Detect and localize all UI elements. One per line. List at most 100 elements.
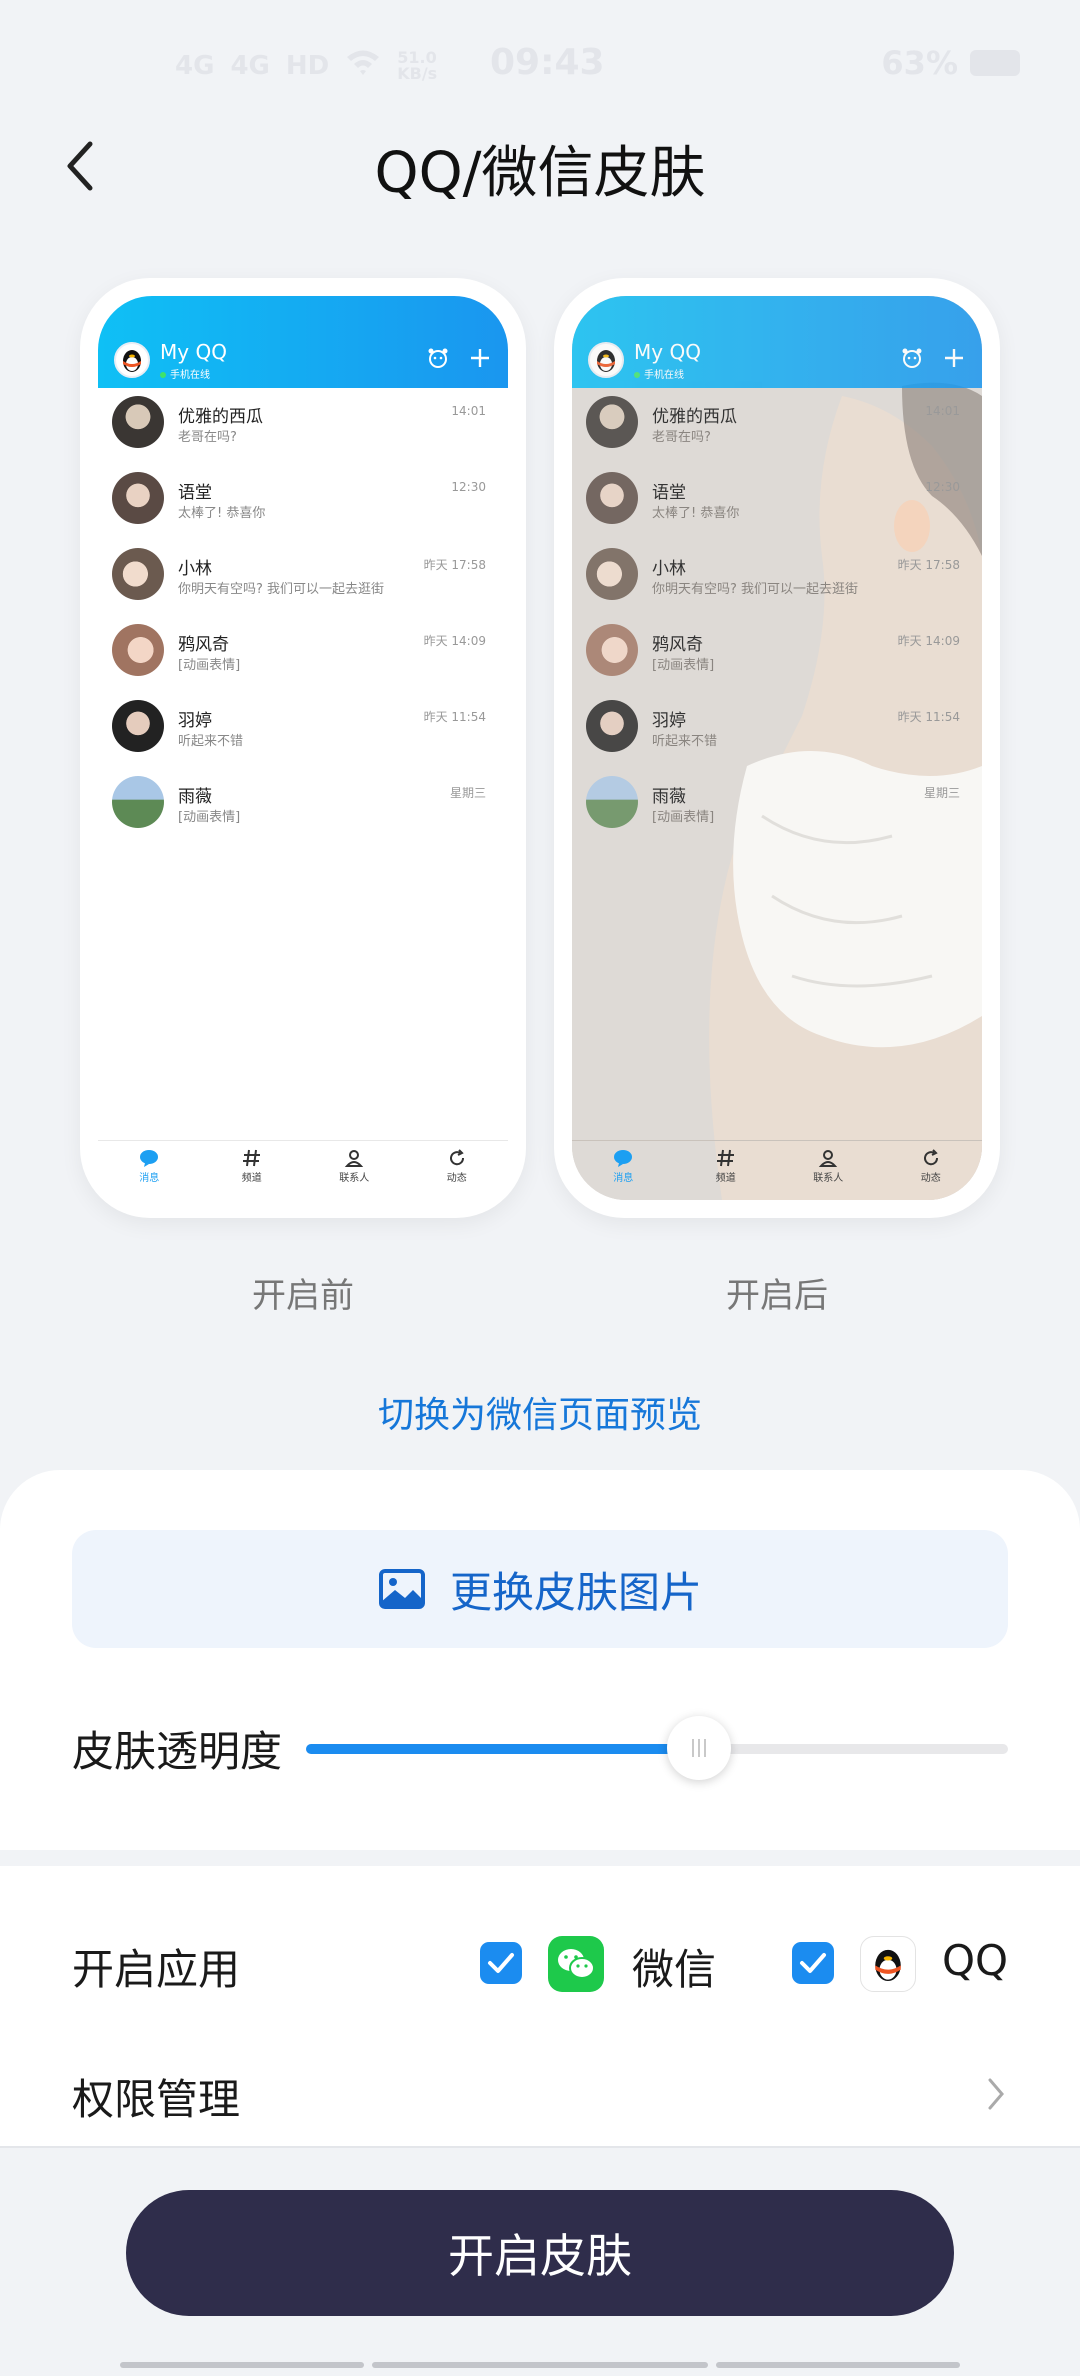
list-item: 优雅的西瓜老哥在吗? 14:01 bbox=[572, 388, 982, 464]
qq-header-icons bbox=[426, 346, 492, 370]
tab-moments: 动态 bbox=[406, 1141, 509, 1200]
chat-list: 优雅的西瓜老哥在吗? 14:01 语堂 太棒了! 恭喜你 12:30 小林你明天有空吗… bbox=[98, 388, 508, 844]
chat-time: 14:01 bbox=[925, 404, 960, 418]
tab-label: 频道 bbox=[241, 1173, 262, 1184]
tab-messages: 消息 bbox=[572, 1141, 675, 1200]
message-icon bbox=[614, 1150, 633, 1167]
chat-time: 昨天 17:58 bbox=[897, 558, 960, 572]
preview-before: My QQ 手机在线 优雅的西瓜 老哥在吗? 14:01 语堂 太棒了! 恭喜你 12:… bbox=[80, 278, 526, 1218]
permissions-row[interactable]: 权限管理 bbox=[72, 2066, 1008, 2126]
chat-name: 优雅的西瓜 bbox=[652, 407, 737, 427]
message-icon bbox=[140, 1150, 159, 1167]
wechat-checkbox[interactable] bbox=[480, 1942, 522, 1984]
pet-icon bbox=[428, 348, 448, 368]
wifi-icon bbox=[345, 48, 381, 83]
enable-apps-row: 开启应用 微信 QQ bbox=[72, 1936, 1008, 2006]
chat-name: 鸦风奇 bbox=[652, 635, 703, 655]
chat-time: 星期三 bbox=[923, 786, 960, 800]
gesture-bar bbox=[120, 2362, 364, 2368]
person-icon bbox=[819, 1150, 838, 1167]
list-item: 语堂 太棒了! 恭喜你 12:30 bbox=[98, 464, 508, 540]
chat-time: 昨天 14:09 bbox=[423, 634, 486, 648]
chat-name: 羽婷 bbox=[178, 711, 212, 731]
chat-message: 你明天有空吗? 我们可以一起去逛街 bbox=[652, 582, 859, 597]
list-item: 语堂 太棒了! 恭喜你 12:30 bbox=[572, 464, 982, 540]
chat-time: 14:01 bbox=[451, 404, 486, 418]
caption-before: 开启前 bbox=[252, 1276, 354, 1316]
app-settings-panel: 开启应用 微信 QQ 权限管理 bbox=[0, 1866, 1080, 2146]
qq-status: 手机在线 bbox=[160, 366, 210, 381]
chat-name: 优雅的西瓜 bbox=[178, 407, 263, 427]
battery-percent: 63% bbox=[881, 44, 958, 82]
tab-label: 联系人 bbox=[339, 1173, 370, 1184]
qq-header-icons bbox=[900, 346, 966, 370]
tab-moments: 动态 bbox=[880, 1141, 983, 1200]
gesture-bar bbox=[716, 2362, 960, 2368]
chevron-right-icon bbox=[988, 2078, 1004, 2110]
qq-penguin-icon bbox=[588, 342, 624, 378]
chat-name: 小林 bbox=[178, 559, 212, 579]
chat-message: 听起来不错 bbox=[178, 734, 244, 749]
hashtag-icon bbox=[716, 1149, 734, 1167]
status-bar: 4G 4G HD 51.0 KB/s 09:43 63% bbox=[0, 0, 1080, 130]
chat-time: 昨天 14:09 bbox=[897, 634, 960, 648]
list-item: 小林 你明天有空吗? 我们可以一起去逛街 昨天 17:58 bbox=[572, 540, 982, 616]
switch-wechat-preview-link[interactable]: 切换为微信页面预览 bbox=[0, 1386, 1080, 1438]
list-item: 小林 你明天有空吗? 我们可以一起去逛街 昨天 17:58 bbox=[98, 540, 508, 616]
chat-list: 优雅的西瓜 老哥在吗? 14:01 语堂 太棒了! 恭喜你 12:30 小林 你明天有空吗… bbox=[572, 388, 982, 844]
opacity-row: 皮肤透明度 bbox=[72, 1716, 1008, 1780]
chat-message: 你明天有空吗? 我们可以一起去逛街 bbox=[178, 582, 385, 597]
tab-label: 联系人 bbox=[813, 1173, 844, 1184]
qq-tab-bar: 消息 频道 联系人 动态 bbox=[572, 1140, 982, 1200]
opacity-label: 皮肤透明度 bbox=[72, 1727, 283, 1776]
tab-channels: 频道 bbox=[201, 1141, 304, 1200]
plus-icon bbox=[945, 349, 963, 367]
refresh-icon bbox=[449, 1149, 464, 1166]
chat-name: 鸦风奇 bbox=[178, 635, 229, 655]
check-icon bbox=[488, 1953, 514, 1973]
chat-name: 雨薇 bbox=[652, 787, 686, 807]
opacity-slider-fill bbox=[306, 1744, 674, 1754]
chat-message: 太棒了! 恭喜你 bbox=[652, 506, 740, 521]
battery-icon bbox=[970, 50, 1020, 76]
pet-icon bbox=[902, 348, 922, 368]
status-left: 4G 4G HD 51.0 KB/s bbox=[175, 48, 437, 83]
qq-checkbox[interactable] bbox=[792, 1942, 834, 1984]
clock: 09:43 bbox=[490, 42, 605, 83]
footer: 开启皮肤 bbox=[0, 2148, 1080, 2376]
gesture-bar bbox=[372, 2362, 708, 2368]
opacity-slider-thumb[interactable] bbox=[667, 1716, 732, 1780]
network-speed: 51.0 KB/s bbox=[397, 47, 438, 83]
preview-before-screen: My QQ 手机在线 优雅的西瓜 老哥在吗? 14:01 语堂 太棒了! 恭喜你 12:… bbox=[98, 296, 508, 1200]
chat-message: 老哥在吗? bbox=[178, 430, 237, 445]
tab-channels: 频道 bbox=[675, 1141, 778, 1200]
chat-message: 老哥在吗? bbox=[652, 430, 711, 445]
hd-indicator: HD bbox=[285, 50, 330, 81]
qq-penguin-icon bbox=[114, 342, 150, 378]
list-item: 鸦风奇 [动画表情] 昨天 14:09 bbox=[572, 616, 982, 692]
chat-message: [动画表情] bbox=[178, 658, 241, 673]
caption-after: 开启后 bbox=[726, 1276, 828, 1316]
tab-contacts: 联系人 bbox=[777, 1141, 880, 1200]
preview-after: My QQ 手机在线 优雅的西瓜 老哥在吗? 14:01 语堂 太棒了! 恭喜你 12:… bbox=[554, 278, 1000, 1218]
change-skin-image-button[interactable]: 更换皮肤图片 bbox=[72, 1530, 1008, 1648]
hashtag-icon bbox=[242, 1149, 260, 1167]
chat-message: [动画表情] bbox=[178, 810, 241, 825]
tab-label: 消息 bbox=[613, 1173, 634, 1184]
chat-time: 昨天 11:54 bbox=[897, 710, 960, 724]
chat-name: 雨薇 bbox=[178, 787, 212, 807]
wechat-icon bbox=[548, 1936, 604, 1992]
chat-message: [动画表情] bbox=[652, 810, 715, 825]
refresh-icon bbox=[923, 1149, 938, 1166]
person-icon bbox=[345, 1150, 364, 1167]
change-skin-image-label: 更换皮肤图片 bbox=[449, 1567, 702, 1617]
chat-time: 12:30 bbox=[925, 480, 960, 494]
tab-label: 消息 bbox=[139, 1173, 160, 1184]
status-right: 63% bbox=[881, 44, 1020, 82]
qq-app-name: My QQ bbox=[634, 340, 701, 364]
network-indicator-1: 4G bbox=[175, 50, 215, 81]
tab-label: 动态 bbox=[920, 1173, 941, 1184]
list-item: 羽婷 听起来不错 昨天 11:54 bbox=[98, 692, 508, 768]
opacity-slider[interactable] bbox=[306, 1716, 1008, 1780]
enable-skin-button[interactable]: 开启皮肤 bbox=[126, 2190, 954, 2316]
